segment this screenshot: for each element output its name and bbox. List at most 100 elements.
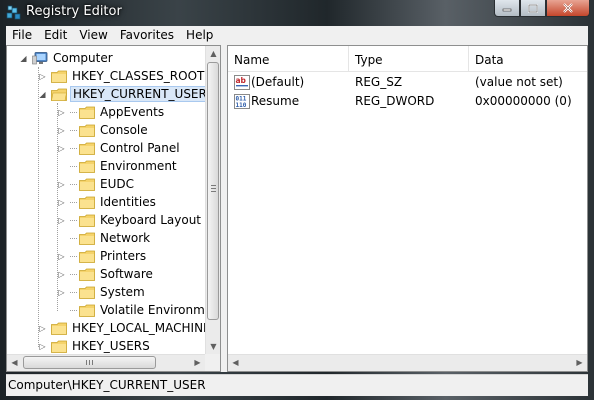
tree-line	[70, 111, 77, 113]
expand-icon[interactable]: ▷	[57, 198, 66, 207]
collapse-icon[interactable]: ◢	[38, 90, 47, 99]
menu-favorites[interactable]: Favorites	[114, 26, 180, 45]
tree-node-subkey[interactable]: ▷ Keyboard Layout	[57, 211, 203, 229]
value-data: (value not set)	[475, 75, 563, 89]
expand-icon[interactable]: ▷	[57, 270, 66, 279]
expand-icon[interactable]: ▷	[57, 252, 66, 261]
tree-node-subkey[interactable]: ▷ Network	[57, 229, 152, 247]
tree-node-subkey[interactable]: ▷ Software	[57, 265, 155, 283]
tree-node-hkey-users[interactable]: ▷ HKEY_USERS	[38, 337, 152, 355]
tree-node-subkey[interactable]: ▷ EUDC	[57, 175, 136, 193]
column-header-data[interactable]: Data	[469, 46, 587, 71]
tree-line	[70, 165, 77, 167]
expand-icon[interactable]: ▷	[57, 108, 66, 117]
grip-icon	[86, 360, 93, 365]
tree-node-subkey[interactable]: ▷ Printers	[57, 247, 148, 265]
scroll-left-icon[interactable]: ◀	[7, 355, 22, 370]
tree-label-subkey: AppEvents	[100, 105, 165, 119]
scroll-right-icon[interactable]: ▶	[572, 355, 587, 370]
folder-icon	[79, 142, 95, 155]
open-folder-icon	[51, 88, 67, 101]
tree-line	[70, 219, 77, 221]
column-header-type[interactable]: Type	[349, 46, 469, 71]
maximize-button[interactable]	[520, 0, 546, 17]
expand-icon[interactable]: ▷	[57, 216, 66, 225]
tree-label-hkey-local-machine: HKEY_LOCAL_MACHINE	[72, 321, 211, 335]
scroll-left-icon[interactable]: ◀	[228, 355, 243, 370]
tree-label-subkey: Network	[100, 231, 151, 245]
folder-icon	[79, 250, 95, 263]
tree-node-subkey[interactable]: ▷ Console	[57, 121, 150, 139]
expand-icon[interactable]: ▷	[57, 180, 66, 189]
collapse-icon[interactable]: ◢	[19, 54, 28, 63]
tree-node-hkey-classes-root[interactable]: ▷ HKEY_CLASSES_ROOT	[38, 67, 206, 85]
value-row[interactable]: 011 110 Resume REG_DWORD 0x00000000 (0)	[228, 92, 587, 111]
tree-node-subkey[interactable]: ▷ Volatile Environment	[57, 301, 221, 319]
close-button[interactable]	[546, 0, 590, 17]
window-title: Registry Editor	[26, 4, 122, 19]
maximize-icon	[528, 3, 538, 13]
tree-label-subkey: Keyboard Layout	[100, 213, 202, 227]
title-bar[interactable]: Registry Editor	[0, 0, 594, 25]
tree-node-subkey[interactable]: ▷ Control Panel	[57, 139, 182, 157]
tree-line	[70, 201, 77, 203]
tree-line	[38, 67, 39, 347]
tree-vertical-scrollbar[interactable]: ▲ ▼	[205, 46, 220, 354]
tree-line	[70, 273, 77, 275]
tree-label-hkey-classes-root: HKEY_CLASSES_ROOT	[72, 69, 205, 83]
menu-edit[interactable]: Edit	[38, 26, 73, 45]
folder-icon	[79, 304, 95, 317]
tree-label-subkey: Volatile Environment	[100, 303, 221, 317]
tree-label-hkey-users: HKEY_USERS	[72, 339, 150, 353]
tree-node-subkey[interactable]: ▷ Identities	[57, 193, 158, 211]
expand-icon[interactable]: ▷	[38, 72, 47, 81]
values-horizontal-scrollbar[interactable]: ◀ ▶	[228, 354, 587, 371]
tree-line	[70, 291, 77, 293]
binary-value-icon: 011 110	[234, 94, 250, 109]
tree-node-subkey[interactable]: ▷ AppEvents	[57, 103, 166, 121]
minimize-button[interactable]	[494, 0, 520, 17]
menu-help[interactable]: Help	[180, 26, 219, 45]
key-tree-pane[interactable]: ◢ Computer ▷ HKEY_CLASSES_ROOT ◢ HKEY_CU…	[6, 45, 221, 372]
tree-line	[70, 129, 77, 131]
value-row[interactable]: ab (Default) REG_SZ (value not set)	[228, 73, 587, 92]
tree-node-hkey-current-user[interactable]: ◢ HKEY_CURRENT_USER	[38, 85, 210, 103]
tree-horizontal-scrollbar[interactable]: ◀ ▶	[7, 354, 205, 371]
tree-label-subkey: Control Panel	[100, 141, 180, 155]
grip-icon	[211, 185, 216, 192]
computer-icon	[32, 51, 48, 64]
tree-node-subkey[interactable]: ▷ System	[57, 283, 147, 301]
tree-node-computer[interactable]: ◢ Computer	[19, 49, 115, 67]
tree-node-hkey-local-machine[interactable]: ▷ HKEY_LOCAL_MACHINE	[38, 319, 213, 337]
tree-line	[70, 237, 77, 239]
expand-icon[interactable]: ▷	[57, 144, 66, 153]
expand-icon[interactable]: ▷	[38, 324, 47, 333]
tree-vertical-scroll-thumb[interactable]	[207, 62, 219, 320]
tree-line	[70, 183, 77, 185]
tree-label-subkey: Software	[100, 267, 153, 281]
folder-icon	[79, 178, 95, 191]
menu-view[interactable]: View	[73, 26, 113, 45]
menu-file[interactable]: File	[6, 26, 38, 45]
registry-app-icon	[6, 5, 21, 20]
tree-label-subkey: Environment	[100, 159, 177, 173]
status-path: Computer\HKEY_CURRENT_USER	[8, 378, 206, 392]
column-header-name[interactable]: Name	[228, 46, 349, 71]
value-name: Resume	[251, 94, 300, 108]
scroll-down-icon[interactable]: ▼	[206, 339, 220, 354]
tree-label-subkey: EUDC	[100, 177, 134, 191]
folder-icon	[51, 340, 67, 353]
expand-icon[interactable]: ▷	[57, 288, 66, 297]
menu-bar: File Edit View Favorites Help	[6, 26, 588, 45]
folder-icon	[79, 268, 95, 281]
scroll-up-icon[interactable]: ▲	[206, 46, 220, 61]
tree-horizontal-scroll-thumb[interactable]	[23, 356, 156, 369]
expand-icon[interactable]: ▷	[57, 126, 66, 135]
values-list-pane[interactable]: Name Type Data ab (Default) REG_SZ (valu…	[227, 45, 588, 372]
scroll-right-icon[interactable]: ▶	[190, 355, 205, 370]
tree-label-subkey: Console	[100, 123, 148, 137]
expand-icon[interactable]: ▷	[38, 342, 47, 351]
tree-node-subkey[interactable]: ▷ Environment	[57, 157, 179, 175]
svg-text:ab: ab	[236, 76, 247, 85]
folder-icon	[79, 124, 95, 137]
